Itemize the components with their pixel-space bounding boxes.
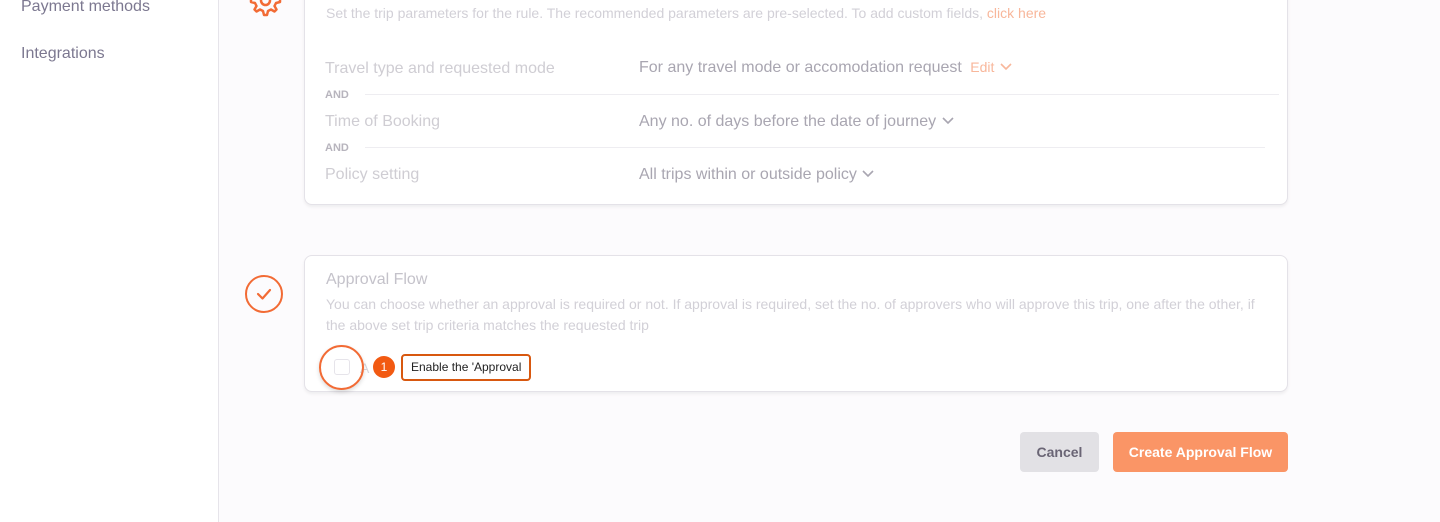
policy-setting-label: Policy setting — [325, 166, 420, 183]
sidebar-item-integrations[interactable]: Integrations — [21, 45, 105, 63]
sidebar-item-payment-methods[interactable]: Payment methods — [21, 0, 150, 16]
walkthrough-step-badge: 1 — [373, 356, 395, 378]
chevron-down-icon[interactable] — [861, 169, 875, 179]
time-of-booking-dropdown[interactable]: Any no. of days before the date of journ… — [639, 113, 955, 131]
approval-flow-description: You can choose whether an approval is re… — [326, 296, 1255, 333]
time-of-booking-value: Any no. of days before the date of journ… — [639, 113, 937, 130]
and-separator: AND — [325, 142, 349, 154]
travel-type-value[interactable]: For any travel mode or accomodation requ… — [639, 59, 1013, 77]
policy-setting-value: All trips within or outside policy — [639, 166, 857, 183]
click-here-link[interactable]: click here — [987, 5, 1046, 21]
and-separator: AND — [325, 89, 349, 101]
edit-link[interactable]: Edit — [970, 59, 994, 75]
policy-setting-dropdown[interactable]: All trips within or outside policy — [639, 166, 875, 184]
walkthrough-highlight-ring — [319, 345, 364, 390]
hint-text: Set the trip parameters for the rule. Th… — [326, 5, 984, 21]
travel-type-label: Travel type and requested mode — [325, 60, 555, 77]
row-divider — [365, 147, 1265, 148]
trip-parameters-hint: Set the trip parameters for the rule. Th… — [326, 5, 1046, 21]
time-of-booking-label: Time of Booking — [325, 113, 441, 130]
chevron-down-icon[interactable] — [941, 116, 955, 126]
approval-flow-title: Approval Flow — [326, 271, 428, 288]
travel-type-value-text: For any travel mode or accomodation requ… — [639, 59, 962, 76]
check-icon — [245, 275, 283, 313]
chevron-down-icon[interactable] — [999, 62, 1013, 72]
cancel-button[interactable]: Cancel — [1020, 432, 1099, 472]
walkthrough-tooltip: Enable the 'Approval — [401, 354, 532, 381]
create-approval-flow-button[interactable]: Create Approval Flow — [1113, 432, 1288, 472]
gear-icon — [245, 0, 283, 18]
sidebar: Payment methods Integrations — [0, 0, 219, 522]
row-divider — [365, 94, 1279, 95]
